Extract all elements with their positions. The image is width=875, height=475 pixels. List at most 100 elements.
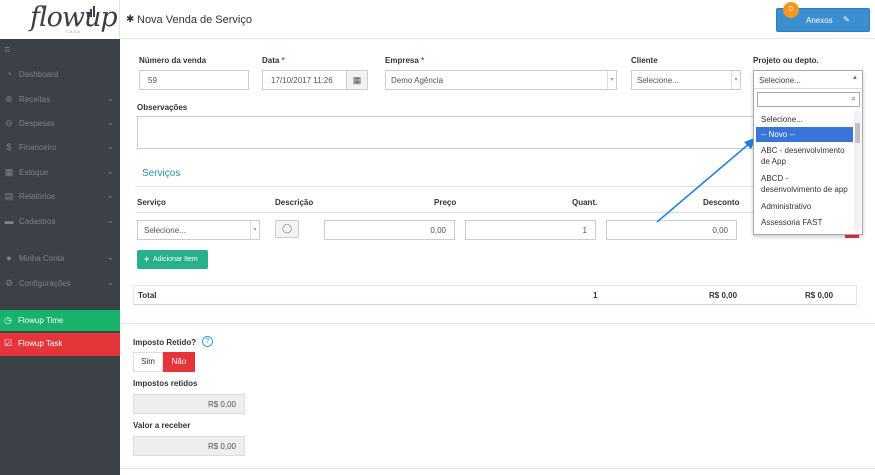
empresa-label: Empresa * bbox=[385, 56, 425, 65]
descricao-button[interactable]: ◯ bbox=[275, 220, 299, 238]
help-icon[interactable]: ? bbox=[202, 336, 213, 347]
projeto-search-input[interactable]: ⌕ bbox=[757, 92, 860, 107]
sidebar: flowup CASA ≡ ◔ Dashboard ⊕ Receitas ⌄ ⊖… bbox=[0, 0, 120, 475]
logo-area: flowup CASA bbox=[0, 0, 120, 39]
plus-circle-icon: ⊕ bbox=[5, 94, 13, 104]
gears-icon: ⚙ bbox=[4, 278, 14, 288]
quant-header: Quant. bbox=[572, 198, 598, 207]
chevron-down-icon: ⌄ bbox=[106, 252, 114, 262]
projeto-dropdown[interactable]: Selecione... ▲ ⌕ Selecione... -- Novo --… bbox=[753, 70, 863, 235]
chevron-down-icon: ⌄ bbox=[106, 117, 114, 127]
menu-toggle-icon[interactable]: ≡ bbox=[4, 44, 10, 56]
option-novo[interactable]: -- Novo -- bbox=[756, 127, 853, 142]
chevron-down-icon: ⌄ bbox=[106, 141, 114, 151]
sidebar-item-despesas[interactable]: ⊖ Despesas ⌄ bbox=[0, 113, 120, 135]
flowup-task-button[interactable]: ☑ Flowup Task bbox=[0, 333, 120, 356]
clock-icon: ◷ bbox=[4, 315, 12, 325]
sidebar-item-configuracoes[interactable]: ⚙ Configurações ⌄ bbox=[0, 273, 120, 295]
option-administrativo[interactable]: Administrativo bbox=[756, 200, 853, 213]
preco-input[interactable]: 0,00 bbox=[324, 220, 455, 240]
divider bbox=[135, 212, 859, 213]
projeto-options-list: Selecione... -- Novo -- ABC - desenvolvi… bbox=[754, 111, 862, 235]
projeto-label: Projeto ou depto. bbox=[753, 56, 819, 65]
chevron-down-icon: ▾ bbox=[250, 221, 259, 239]
flowup-time-button[interactable]: ◷ Flowup Time bbox=[0, 310, 120, 331]
minus-circle-icon: ⊖ bbox=[5, 118, 13, 128]
servicos-title: Serviços bbox=[142, 168, 181, 179]
paperclip-icon: ✎ bbox=[843, 15, 850, 24]
chevron-down-icon: ⌄ bbox=[106, 93, 114, 103]
observacoes-textarea[interactable] bbox=[137, 116, 859, 149]
quant-input[interactable]: 1 bbox=[465, 220, 596, 240]
valor-receber-label: Valor a receber bbox=[133, 421, 191, 430]
grid-icon: ▦ bbox=[4, 167, 14, 177]
preco-header: Preço bbox=[434, 198, 457, 207]
asterisk-icon: ✱ bbox=[126, 14, 135, 25]
sidebar-item-relatorios[interactable]: ▤ Relatórios ⌄ bbox=[0, 186, 120, 208]
total-row: Total 1 R$ 0,00 R$ 0,00 bbox=[133, 285, 857, 305]
sidebar-item-cadastros[interactable]: ▬ Cadastros ⌄ bbox=[0, 211, 120, 233]
chevron-down-icon: ⌄ bbox=[106, 166, 114, 176]
sidebar-item-financeiro[interactable]: $ Financeiro ⌄ bbox=[0, 137, 120, 159]
impostos-retidos-field: R$ 0,00 bbox=[133, 394, 245, 414]
total-value: R$ 0,00 bbox=[709, 291, 738, 300]
chevron-down-icon: ▾ bbox=[731, 71, 740, 89]
plus-icon: + bbox=[144, 254, 150, 264]
page-title: Nova Venda de Serviço bbox=[137, 14, 252, 26]
report-icon: ▤ bbox=[4, 191, 14, 201]
chevron-down-icon: ⌄ bbox=[106, 277, 114, 287]
total-liquido: R$ 0,00 bbox=[805, 291, 834, 300]
servico-select[interactable]: Selecione... ▾ bbox=[137, 220, 260, 240]
comment-icon: ◯ bbox=[281, 223, 293, 233]
chevron-up-icon: ▲ bbox=[852, 75, 858, 81]
option-selecione[interactable]: Selecione... bbox=[756, 113, 853, 126]
dashboard-icon: ◔ bbox=[6, 69, 12, 79]
add-item-button[interactable]: + Adicionar Item bbox=[137, 250, 208, 269]
total-label: Total bbox=[138, 291, 157, 300]
checkbox-icon: ☑ bbox=[4, 338, 13, 348]
valor-receber-field: R$ 0,00 bbox=[133, 436, 245, 456]
user-icon: ● bbox=[6, 253, 12, 263]
anexos-count-badge: 0 bbox=[783, 2, 799, 18]
option-abc[interactable]: ABC - desenvolvimento de App bbox=[756, 144, 853, 168]
impostos-retidos-label: Impostos retidos bbox=[133, 379, 198, 388]
sidebar-item-estoque[interactable]: ▦ Estoque ⌄ bbox=[0, 162, 120, 184]
logo-subtitle: CASA bbox=[66, 29, 81, 34]
sidebar-item-receitas[interactable]: ⊕ Receitas ⌄ bbox=[0, 89, 120, 111]
divider bbox=[135, 186, 859, 187]
desconto-header: Desconto bbox=[703, 198, 740, 207]
chevron-down-icon: ⌄ bbox=[106, 190, 114, 200]
scrollbar[interactable] bbox=[854, 111, 861, 231]
option-abcd[interactable]: ABCD - desenvolvimento de app bbox=[756, 172, 853, 196]
numero-input[interactable]: 59 bbox=[139, 70, 249, 90]
calendar-button[interactable]: ▦ bbox=[346, 70, 368, 90]
observacoes-label: Observações bbox=[137, 103, 188, 112]
cliente-select[interactable]: Selecione... ▾ bbox=[631, 70, 741, 90]
chevron-down-icon: ⌄ bbox=[106, 215, 114, 225]
imposto-toggle: Sim Não bbox=[133, 352, 195, 372]
option-assessoria[interactable]: Assessoria FAST bbox=[756, 216, 853, 229]
sidebar-item-minha-conta[interactable]: ● Minha Conta ⌄ bbox=[0, 248, 120, 270]
descricao-header: Descrição bbox=[275, 198, 314, 207]
servico-header: Serviço bbox=[137, 198, 166, 207]
empresa-select[interactable]: Demo Agência ▾ bbox=[385, 70, 617, 90]
data-input[interactable]: 17/10/2017 11:26 bbox=[262, 70, 347, 90]
sim-button[interactable]: Sim bbox=[133, 352, 163, 372]
numero-label: Número da venda bbox=[139, 56, 207, 65]
scrollbar-thumb[interactable] bbox=[855, 123, 860, 143]
sidebar-item-dashboard[interactable]: ◔ Dashboard bbox=[0, 64, 120, 86]
chevron-down-icon: ▾ bbox=[607, 71, 616, 89]
search-icon: ⌕ bbox=[851, 94, 856, 103]
total-quant: 1 bbox=[593, 291, 598, 300]
divider bbox=[120, 323, 875, 324]
folder-icon: ▬ bbox=[4, 216, 14, 226]
imposto-label: Imposto Retido? bbox=[133, 338, 197, 347]
dollar-icon: $ bbox=[6, 142, 12, 152]
projeto-select[interactable]: Selecione... ▲ bbox=[754, 71, 862, 89]
data-label: Data * bbox=[262, 56, 285, 65]
nao-button[interactable]: Não bbox=[163, 352, 195, 372]
divider bbox=[120, 468, 875, 469]
logo-bars-icon bbox=[87, 6, 95, 17]
cliente-label: Cliente bbox=[631, 56, 658, 65]
desconto-input[interactable]: 0,00 bbox=[606, 220, 737, 240]
